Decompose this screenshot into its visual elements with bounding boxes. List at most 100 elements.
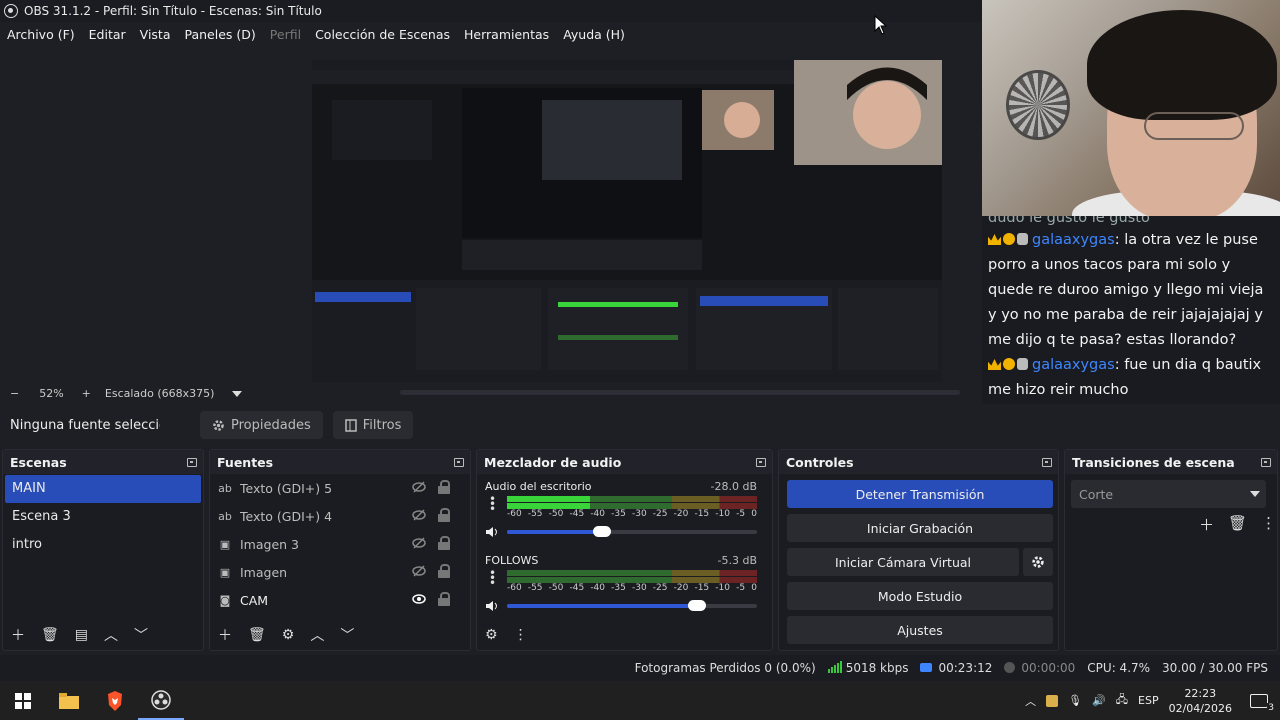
- move-down-icon[interactable]: ﹀: [340, 625, 354, 645]
- undock-icon[interactable]: [1261, 457, 1271, 467]
- add-scene-icon[interactable]: ＋: [11, 625, 25, 645]
- scene-item-escena-3[interactable]: Escena 3: [3, 503, 203, 531]
- tray-app-icon[interactable]: [1046, 694, 1059, 707]
- lock-icon[interactable]: [438, 564, 450, 578]
- menu-herramientas[interactable]: Herramientas: [457, 27, 556, 42]
- source-properties-icon[interactable]: ⚙: [282, 627, 295, 643]
- source-item[interactable]: ◙ CAM: [210, 586, 470, 614]
- menu-ayuda[interactable]: Ayuda (H): [556, 27, 632, 42]
- zoom-in-button[interactable]: +: [82, 387, 91, 400]
- channel-menu-icon[interactable]: • • •: [489, 567, 496, 589]
- scale-dropdown-icon[interactable]: [232, 387, 243, 400]
- zoom-out-button[interactable]: −: [10, 387, 19, 400]
- menu-paneles[interactable]: Paneles (D): [178, 27, 263, 42]
- mixer-channel-desktop: Audio del escritorio -28.0 dB • • • -60 -55…: [485, 480, 757, 540]
- start-recording-button[interactable]: Iniciar Grabación: [787, 514, 1053, 542]
- notification-center-icon[interactable]: 3: [1250, 693, 1275, 713]
- source-item[interactable]: ab Texto (GDI+) 5: [210, 474, 470, 502]
- menu-editar[interactable]: Editar: [82, 27, 133, 42]
- volume-slider[interactable]: [507, 526, 757, 537]
- preview-area[interactable]: [0, 46, 982, 382]
- remove-source-icon[interactable]: 🗑: [248, 627, 266, 643]
- volume-slider[interactable]: [507, 600, 757, 611]
- move-up-icon[interactable]: ︿: [104, 625, 118, 645]
- tick-label: -30: [631, 583, 647, 593]
- advanced-audio-gear-icon[interactable]: ⚙: [485, 627, 498, 643]
- undock-icon[interactable]: [1042, 457, 1052, 467]
- studio-mode-button[interactable]: Modo Estudio: [787, 582, 1053, 610]
- scene-filters-icon[interactable]: ▤: [75, 627, 88, 643]
- preview-horizontal-scrollbar[interactable]: [400, 390, 960, 395]
- remove-scene-icon[interactable]: 🗑: [41, 627, 59, 643]
- menu-bar: Archivo (F) Editar Vista Paneles (D) Per…: [0, 22, 982, 46]
- visible-eye-icon[interactable]: [412, 593, 426, 605]
- hidden-eye-icon[interactable]: [412, 537, 426, 549]
- network-icon[interactable]: 🖧: [1116, 691, 1128, 710]
- image-icon: ▣: [219, 565, 231, 579]
- remove-transition-icon[interactable]: 🗑: [1228, 514, 1247, 535]
- hidden-eye-icon[interactable]: [412, 481, 426, 493]
- volume-knob[interactable]: [688, 600, 706, 611]
- tick-label: 0: [751, 509, 757, 519]
- channel-menu-icon[interactable]: • • •: [489, 493, 496, 515]
- lock-icon[interactable]: [438, 592, 450, 606]
- tick-label: -5: [736, 583, 746, 593]
- speaker-icon[interactable]: [485, 526, 499, 538]
- mixer-menu-icon[interactable]: ⋮: [514, 627, 528, 643]
- menu-archivo[interactable]: Archivo (F): [0, 27, 82, 42]
- brave-browser-icon[interactable]: [92, 681, 138, 720]
- add-transition-icon[interactable]: ＋: [1199, 514, 1214, 535]
- hidden-eye-icon[interactable]: [412, 565, 426, 577]
- undock-icon[interactable]: [756, 457, 766, 467]
- lock-icon[interactable]: [438, 536, 450, 550]
- cpu-usage: CPU: 4.7%: [1087, 661, 1151, 675]
- menu-coleccion-escenas[interactable]: Colección de Escenas: [308, 27, 457, 42]
- move-up-icon[interactable]: ︿: [310, 625, 324, 645]
- settings-button[interactable]: Ajustes: [787, 616, 1053, 644]
- transition-menu-icon[interactable]: ⋮: [1261, 514, 1276, 535]
- windows-start-icon[interactable]: [0, 681, 46, 720]
- properties-label: Propiedades: [231, 417, 311, 433]
- source-item[interactable]: ▣ Imagen: [210, 558, 470, 586]
- source-item[interactable]: ab Texto (GDI+) 4: [210, 502, 470, 530]
- scenes-header: Escenas: [3, 450, 203, 474]
- dropped-frames: Fotogramas Perdidos 0 (0.0%): [634, 661, 816, 675]
- lock-icon[interactable]: [438, 508, 450, 522]
- scene-item-main[interactable]: MAIN: [5, 475, 201, 503]
- source-item[interactable]: ▣ Imagen 3: [210, 530, 470, 558]
- add-source-icon[interactable]: ＋: [218, 625, 232, 645]
- chevron-up-icon[interactable]: ︿: [1025, 693, 1036, 709]
- start-virtual-camera-button[interactable]: Iniciar Cámara Virtual: [787, 548, 1019, 576]
- menu-vista[interactable]: Vista: [133, 27, 178, 42]
- virtual-camera-settings-button[interactable]: [1023, 548, 1053, 576]
- preview-canvas[interactable]: [312, 60, 942, 382]
- move-down-icon[interactable]: ﹀: [134, 625, 148, 645]
- scenes-title: Escenas: [10, 454, 67, 470]
- obs-taskbar-icon[interactable]: [138, 681, 184, 720]
- speaker-icon[interactable]: [485, 600, 499, 612]
- filters-button[interactable]: Filtros: [332, 411, 414, 439]
- mouse-cursor-icon: [874, 15, 888, 35]
- undock-icon[interactable]: [187, 457, 197, 467]
- hidden-eye-icon[interactable]: [412, 509, 426, 521]
- clock-date: 02/04/2026: [1168, 701, 1232, 715]
- clock[interactable]: 22:23 02/04/2026: [1169, 686, 1232, 716]
- file-explorer-icon[interactable]: [46, 681, 92, 720]
- lock-icon[interactable]: [438, 480, 450, 494]
- microphone-icon[interactable]: 🎙: [1068, 694, 1082, 707]
- tick-label: -20: [673, 509, 689, 519]
- undock-icon[interactable]: [454, 457, 464, 467]
- scene-item-intro[interactable]: intro: [3, 531, 203, 559]
- sources-footer: ＋ 🗑 ⚙ ︿ ﹀: [210, 620, 470, 650]
- language-indicator[interactable]: ESP: [1138, 694, 1159, 707]
- record-icon: [1004, 662, 1016, 673]
- mixer-title: Mezclador de audio: [484, 454, 622, 470]
- filter-icon: [344, 418, 357, 432]
- stop-streaming-button[interactable]: Detener Transmisión: [787, 480, 1053, 508]
- transition-select[interactable]: Corte: [1071, 480, 1266, 508]
- properties-button[interactable]: Propiedades: [200, 411, 323, 439]
- volume-icon[interactable]: 🔊: [1092, 694, 1106, 707]
- nested-obs-capture: [312, 60, 942, 382]
- tick-label: -10: [715, 583, 730, 593]
- volume-knob[interactable]: [593, 526, 611, 537]
